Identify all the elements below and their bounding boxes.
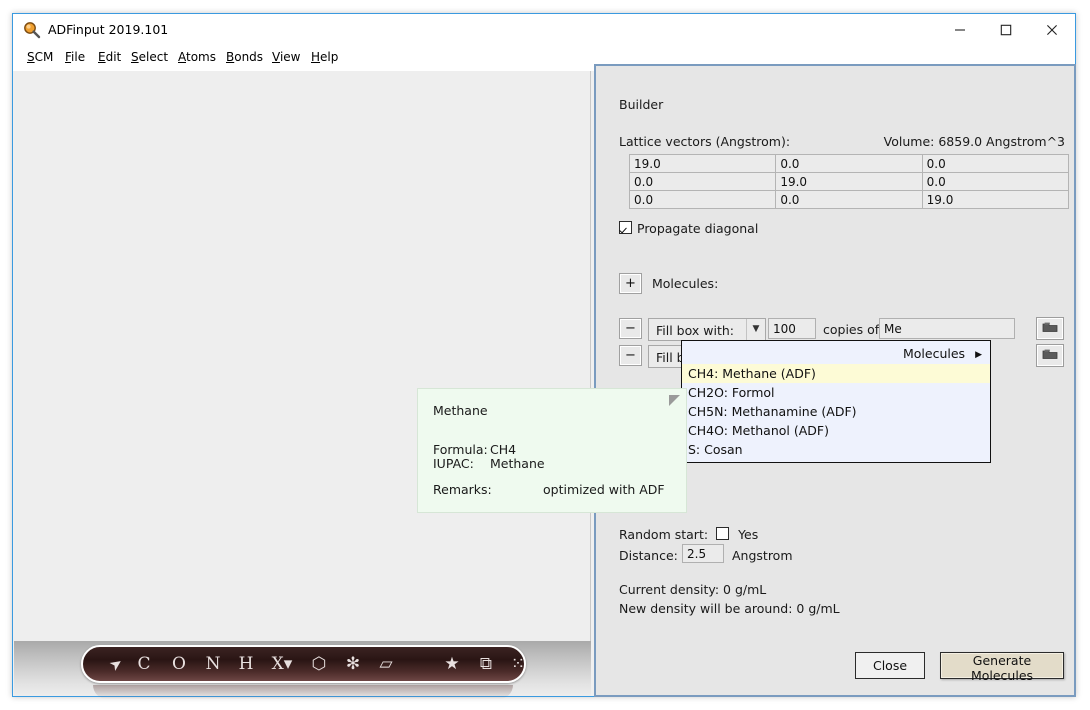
menu-scm[interactable]: SCM xyxy=(27,50,53,64)
builder-heading: Builder xyxy=(619,97,664,112)
tooltip-pointer-icon xyxy=(669,395,680,406)
lattice-cell-2-1[interactable]: 0.0 xyxy=(775,190,923,209)
fragment-tool[interactable]: ✻ xyxy=(342,647,364,681)
random-start-label: Random start: xyxy=(619,527,709,542)
tooltip-remarks-key: Remarks: xyxy=(433,482,492,497)
molecule-viewport[interactable] xyxy=(14,71,591,641)
minimize-button[interactable] xyxy=(937,14,983,45)
distance-label: Distance: xyxy=(619,548,678,563)
nitrogen-tool[interactable]: N xyxy=(202,647,224,681)
menu-atoms[interactable]: Atoms xyxy=(178,50,216,64)
tooltip-iupac-key: IUPAC: xyxy=(433,456,474,471)
remove-molecule-row-2-button[interactable]: − xyxy=(619,345,642,366)
dropdown-item[interactable]: S: Cosan xyxy=(682,440,990,459)
menu-view[interactable]: View xyxy=(272,50,300,64)
fill-mode-select-row-1[interactable]: Fill box with: ▼ xyxy=(648,318,766,341)
tooltip-formula-value: CH4 xyxy=(490,442,517,457)
application-window: ADFinput 2019.101 SCM File Edit Select Atoms… xyxy=(12,13,1076,699)
volume-label: Volume: 6859.0 Angstrom^3 xyxy=(883,134,1065,149)
lattice-cell-0-1[interactable]: 0.0 xyxy=(775,154,923,173)
dropdown-item[interactable]: CH4O: Methanol (ADF) xyxy=(682,421,990,440)
tooltip-formula-key: Formula: xyxy=(433,442,488,457)
lattice-cell-1-2[interactable]: 0.0 xyxy=(921,172,1070,191)
molecule-info-tooltip: Methane Formula: CH4 IUPAC: Methane Rema… xyxy=(417,388,687,513)
copies-of-label-row-1: copies of: xyxy=(823,322,883,337)
carbon-tool[interactable]: C xyxy=(133,647,155,681)
browse-molecule-row-1-button[interactable] xyxy=(1036,317,1064,340)
new-density-label: New density will be around: 0 g/mL xyxy=(619,601,840,616)
dropdown-header-label: Molecules xyxy=(903,346,966,361)
lattice-row: 0.0 19.0 0.0 xyxy=(628,172,1070,191)
lattice-row: 19.0 0.0 0.0 xyxy=(628,154,1070,173)
random-start-checkbox[interactable] xyxy=(716,527,730,540)
menu-file[interactable]: File xyxy=(65,50,85,64)
lattice-cell-0-0[interactable]: 19.0 xyxy=(628,154,777,173)
lattice-cell-0-2[interactable]: 0.0 xyxy=(921,154,1070,173)
lattice-vectors-label: Lattice vectors (Angstrom): xyxy=(619,134,791,149)
add-molecule-button[interactable]: + xyxy=(619,273,642,294)
dropdown-item[interactable]: CH5N: Methanamine (ADF) xyxy=(682,402,990,421)
maximize-button[interactable] xyxy=(983,14,1029,45)
copies-count-input-row-1[interactable] xyxy=(768,318,816,339)
close-button[interactable] xyxy=(1029,14,1075,45)
molecules-label: Molecules: xyxy=(652,276,719,291)
element-picker-tool[interactable]: X▾ xyxy=(267,647,297,681)
close-dialog-button[interactable]: Close xyxy=(855,652,925,679)
multi-dot-tool[interactable]: ⁙ xyxy=(507,647,529,681)
random-start-yes-label: Yes xyxy=(738,527,759,542)
periodic-box-tool[interactable]: ⧉ xyxy=(475,647,497,681)
distance-input[interactable] xyxy=(682,544,724,563)
menu-bonds[interactable]: Bonds xyxy=(226,50,263,64)
atom-tool-palette[interactable]: ➤ C O N H X▾ ⬡ ✻ ▱ ★ ⧉ ⁙ xyxy=(81,645,526,683)
browse-molecule-row-2-button[interactable] xyxy=(1036,344,1064,367)
chevron-down-icon[interactable]: ▼ xyxy=(746,319,765,340)
current-density-label: Current density: 0 g/mL xyxy=(619,582,767,597)
generate-molecules-button[interactable]: Generate Molecules xyxy=(940,652,1064,683)
tooltip-remarks-value: optimized with ADF xyxy=(543,482,665,497)
menu-select[interactable]: Select xyxy=(131,50,168,64)
distance-unit-label: Angstrom xyxy=(732,548,793,563)
hydrogen-tool[interactable]: H xyxy=(235,647,257,681)
favorites-tool[interactable]: ★ xyxy=(441,647,463,681)
lattice-cell-2-0[interactable]: 0.0 xyxy=(628,190,777,209)
tooltip-title: Methane xyxy=(433,403,488,418)
menu-help[interactable]: Help xyxy=(311,50,338,64)
molecules-dropdown-menu[interactable]: Molecules ▶ CH4: Methane (ADF) CH2O: Formo… xyxy=(681,340,991,463)
plane-tool[interactable]: ▱ xyxy=(375,647,397,681)
lattice-cell-1-1[interactable]: 19.0 xyxy=(775,172,923,191)
title-bar: ADFinput 2019.101 xyxy=(13,14,1075,46)
tooltip-iupac-value: Methane xyxy=(490,456,545,471)
lattice-row: 0.0 0.0 19.0 xyxy=(628,190,1070,209)
remove-molecule-row-1-button[interactable]: − xyxy=(619,318,642,339)
dropdown-submenu-header[interactable]: Molecules ▶ xyxy=(682,343,990,364)
random-start-row: Random start: Yes xyxy=(619,527,758,542)
dropdown-item[interactable]: CH2O: Formol xyxy=(682,383,990,402)
molecule-name-input-row-1[interactable] xyxy=(879,318,1015,339)
dropdown-item[interactable]: CH4: Methane (ADF) xyxy=(682,364,990,383)
cursor-tool[interactable]: ➤ xyxy=(97,644,135,684)
lattice-cell-1-0[interactable]: 0.0 xyxy=(628,172,777,191)
chevron-right-icon: ▶ xyxy=(975,350,982,360)
propagate-diagonal-box[interactable] xyxy=(619,221,632,234)
oxygen-tool[interactable]: O xyxy=(168,647,190,681)
lattice-vectors-table[interactable]: 19.0 0.0 0.0 0.0 19.0 0.0 0.0 0.0 19.0 xyxy=(628,154,1070,209)
lattice-cell-2-2[interactable]: 19.0 xyxy=(921,190,1070,209)
propagate-diagonal-checkbox[interactable]: Propagate diagonal xyxy=(619,221,758,236)
magnifier-icon xyxy=(23,21,41,39)
window-title: ADFinput 2019.101 xyxy=(48,22,169,37)
fill-mode-label-row-1: Fill box with: xyxy=(656,323,734,338)
propagate-diagonal-label: Propagate diagonal xyxy=(637,221,759,236)
ring-tool[interactable]: ⬡ xyxy=(308,647,330,681)
menu-edit[interactable]: Edit xyxy=(98,50,121,64)
